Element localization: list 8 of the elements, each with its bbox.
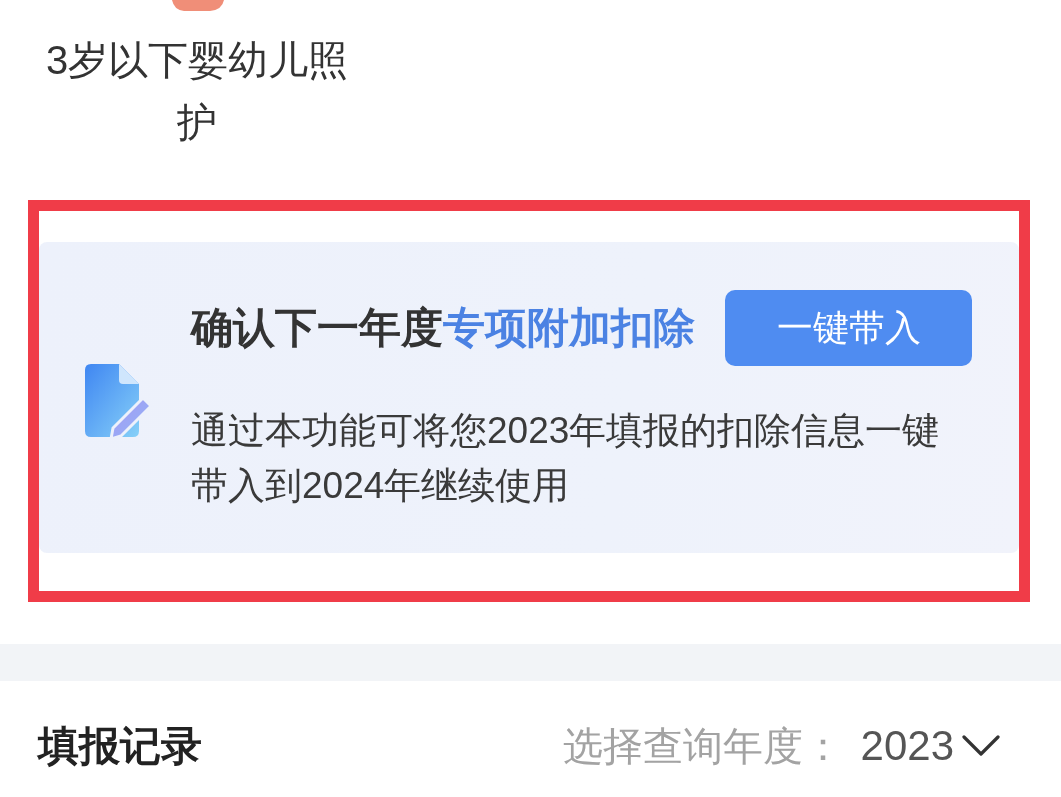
chevron-down-icon <box>962 735 1000 757</box>
card-description: 通过本功能可将您2023年填报的扣除信息一键带入到2024年继续使用 <box>191 409 941 508</box>
year-dropdown[interactable]: 2023 <box>860 721 1000 771</box>
card-title: 确认下一年度专项附加扣除 <box>191 302 695 353</box>
year-filter-label: 选择查询年度： <box>562 723 843 770</box>
section-title: 填报记录 <box>38 722 202 771</box>
category-label[interactable]: 3岁以下婴幼儿照护 <box>37 29 357 153</box>
category-icon <box>170 0 226 12</box>
